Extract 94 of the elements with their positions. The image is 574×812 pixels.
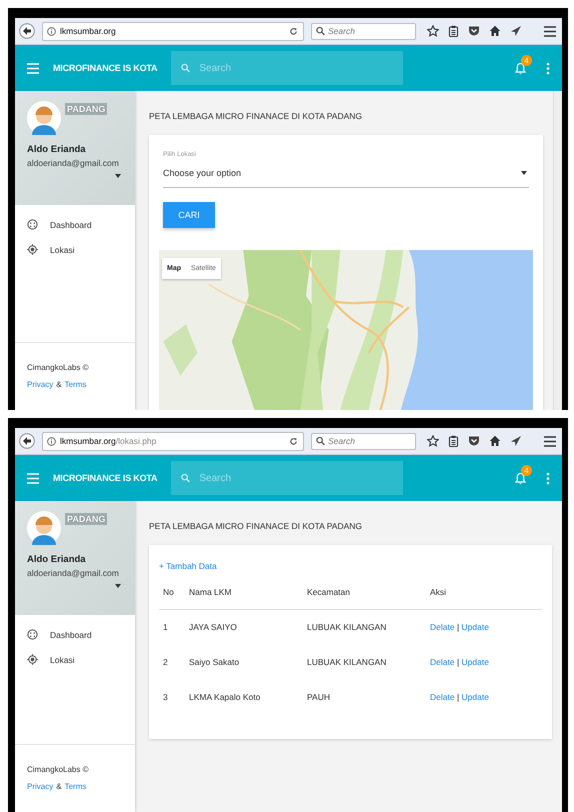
nav-item[interactable]: Dashboard <box>50 220 92 230</box>
bookmark-star-icon[interactable] <box>427 435 439 447</box>
app-title: MICROFINANCE IS KOTA <box>53 473 158 483</box>
avatar <box>27 101 61 135</box>
clipboard-icon[interactable] <box>448 435 459 447</box>
address-bar[interactable]: lkmsumbar.org/lokasi.php <box>42 432 304 450</box>
update-link[interactable]: Update <box>462 657 489 667</box>
search-icon <box>181 474 190 482</box>
nav-item[interactable]: Dashboard <box>50 630 92 640</box>
address-bar[interactable]: lkmsumbar.org <box>42 22 304 40</box>
table-cell: Saiyo Sakato <box>189 657 240 667</box>
column-header: Kecamatan <box>307 587 350 597</box>
info-icon <box>47 26 56 36</box>
ampersand-text: & <box>56 380 62 389</box>
location-target-icon <box>27 244 38 255</box>
nav-item[interactable]: Lokasi <box>50 244 75 254</box>
table-cell: LUBUAK KILANGAN <box>307 657 386 667</box>
column-header: Nama LKM <box>189 587 232 597</box>
delete-link[interactable]: Delate <box>430 622 455 632</box>
reload-icon[interactable] <box>289 26 298 36</box>
browser-search-field[interactable]: Search <box>311 432 416 450</box>
table-cell: 1 <box>163 622 168 632</box>
notification-bell-icon[interactable] <box>515 472 526 484</box>
update-link[interactable]: Update <box>462 692 489 702</box>
table-cell: PAUH <box>307 692 330 702</box>
search-field[interactable]: Search <box>171 51 404 85</box>
url-text: lkmsumbar.org <box>60 26 116 36</box>
app-title: MICROFINANCE IS KOTA <box>53 63 158 73</box>
column-header: No <box>163 587 174 597</box>
more-options-icon[interactable] <box>546 472 550 484</box>
nav-item[interactable]: Lokasi <box>50 654 75 664</box>
search-icon <box>316 436 325 446</box>
pocket-icon[interactable] <box>468 25 480 37</box>
table-cell: LUBUAK KILANGAN <box>307 622 386 632</box>
user-name: Aldo Erianda <box>27 144 87 155</box>
table-cell: 3 <box>163 692 168 702</box>
privacy-link[interactable]: Privacy <box>27 380 54 389</box>
terms-link[interactable]: Terms <box>64 380 86 389</box>
search-field[interactable]: Search <box>171 461 404 495</box>
add-data-link[interactable]: + Tambah Data <box>159 561 217 571</box>
scrollbar[interactable] <box>553 91 562 410</box>
avatar <box>27 511 61 545</box>
copyright-text: CimangkoLabs © <box>27 363 90 372</box>
separator-text: | <box>456 622 460 632</box>
send-icon[interactable] <box>510 435 522 447</box>
pocket-icon[interactable] <box>468 435 480 447</box>
table-cell: JAYA SAIYO <box>189 622 237 632</box>
browser-menu-icon[interactable] <box>544 436 556 446</box>
clipboard-icon[interactable] <box>448 25 459 37</box>
back-icon[interactable] <box>19 433 35 449</box>
dashboard-icon <box>27 629 38 640</box>
privacy-link[interactable]: Privacy <box>27 782 54 791</box>
search-icon <box>316 26 325 36</box>
page-title: PETA LEMBAGA MICRO FINANACE DI KOTA PADANG <box>149 111 364 121</box>
user-name: Aldo Erianda <box>27 554 87 565</box>
bookmark-star-icon[interactable] <box>427 25 439 37</box>
user-email: aldoerianda@gmail.com <box>27 158 120 168</box>
send-icon[interactable] <box>510 25 522 37</box>
table-cell: 2 <box>163 657 168 667</box>
url-text: lkmsumbar.org <box>60 436 116 446</box>
info-icon <box>47 436 56 446</box>
location-target-icon <box>27 654 38 665</box>
copyright-text: CimangkoLabs © <box>27 765 90 774</box>
browser-menu-icon[interactable] <box>544 26 556 36</box>
back-icon[interactable] <box>19 23 35 39</box>
browser-search-field[interactable]: Search <box>311 22 416 40</box>
ampersand-text: & <box>56 782 62 791</box>
menu-icon[interactable] <box>27 472 39 484</box>
home-icon[interactable] <box>489 25 501 37</box>
menu-icon[interactable] <box>27 62 39 74</box>
page-title: PETA LEMBAGA MICRO FINANACE DI KOTA PADANG <box>149 521 364 531</box>
profile-caret-icon[interactable] <box>115 584 121 588</box>
url-path-text: /lokasi.php <box>116 436 156 446</box>
search-icon <box>181 64 190 72</box>
dashboard-icon <box>27 219 38 230</box>
user-email: aldoerianda@gmail.com <box>27 568 120 578</box>
delete-link[interactable]: Delate <box>430 657 455 667</box>
profile-caret-icon[interactable] <box>115 174 121 178</box>
update-link[interactable]: Update <box>462 622 489 632</box>
dropdown-caret-icon[interactable] <box>521 171 527 175</box>
table-cell: LKMA Kapalo Koto <box>189 692 260 702</box>
location-select[interactable]: Choose your option <box>163 162 529 188</box>
search-button[interactable]: CARI <box>163 202 215 228</box>
separator-text: | <box>456 692 460 702</box>
delete-link[interactable]: Delate <box>430 692 455 702</box>
reload-icon[interactable] <box>289 436 298 446</box>
separator-text: | <box>456 657 460 667</box>
more-options-icon[interactable] <box>546 62 550 74</box>
city-label: PADANG <box>65 103 108 115</box>
column-header: Aksi <box>430 587 446 597</box>
city-label: PADANG <box>65 513 108 525</box>
home-icon[interactable] <box>489 435 501 447</box>
notification-bell-icon[interactable] <box>515 62 526 74</box>
terms-link[interactable]: Terms <box>64 782 86 791</box>
